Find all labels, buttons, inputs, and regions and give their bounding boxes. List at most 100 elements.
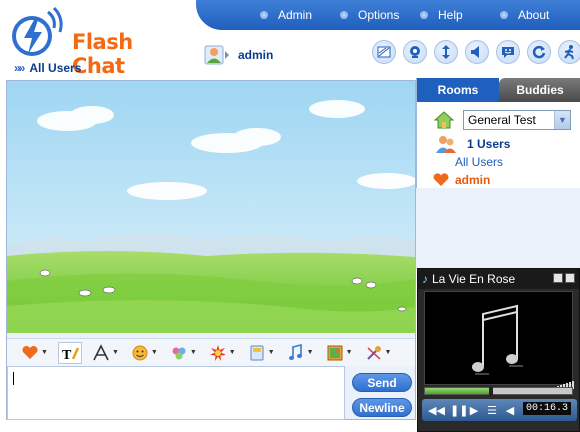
newline-button[interactable]: Newline: [352, 398, 412, 417]
header-toolbar: [372, 40, 580, 64]
restore-icon[interactable]: [565, 273, 575, 283]
progress-handle[interactable]: [489, 387, 494, 395]
effects-dropdown[interactable]: ▼: [207, 342, 238, 364]
app-logo: Flash Chat: [10, 6, 160, 78]
logout-button[interactable]: [558, 40, 580, 64]
menu-options[interactable]: Options: [340, 8, 399, 22]
logo-text: Flash Chat: [72, 30, 133, 78]
room-select-value: General Test: [468, 113, 536, 127]
chevron-down-icon: ▼: [345, 349, 353, 356]
track-progress-bar[interactable]: [424, 387, 573, 395]
bullet-icon: [420, 11, 428, 19]
emoticons-icon: [172, 347, 186, 359]
media-player: ♪ La Vie En Rose ◀◀ ❚❚ ▶ ☰ ◀ 00:16.3: [417, 268, 580, 432]
skin-icon: [377, 46, 391, 58]
refresh-button[interactable]: [527, 40, 551, 64]
menu-about[interactable]: About: [500, 8, 549, 22]
double-chevron-icon: »»: [14, 61, 25, 75]
font-dropdown[interactable]: ▼: [90, 342, 121, 364]
chevron-down-icon[interactable]: ▼: [554, 111, 570, 129]
bullet-icon: [340, 11, 348, 19]
emoticons-dropdown[interactable]: ▼: [168, 342, 199, 364]
tab-buddies[interactable]: Buddies: [499, 78, 580, 102]
player-controls: ◀◀ ❚❚ ▶ ☰ ◀ 00:16.3: [422, 399, 577, 421]
player-title-bar: ♪ La Vie En Rose: [418, 269, 579, 289]
smiley-icon: [132, 345, 148, 360]
playlist-icon[interactable]: ☰: [486, 404, 498, 417]
send-button[interactable]: Send: [352, 373, 412, 392]
effects-icon: [209, 344, 226, 361]
header: Admin Options Help About Flash Chat »» A…: [0, 0, 580, 80]
all-users-breadcrumb[interactable]: »» All Users: [14, 61, 81, 75]
users-icon: [436, 136, 456, 153]
forward-icon[interactable]: ▶: [468, 404, 480, 417]
refresh-icon: [532, 45, 546, 59]
menu-help-label: Help: [438, 8, 463, 22]
music-icon: [288, 343, 302, 360]
tab-rooms[interactable]: Rooms: [417, 78, 499, 102]
users-count-row: 1 Users: [435, 134, 510, 154]
save-dropdown[interactable]: ▼: [246, 342, 277, 364]
logo-icon: [12, 6, 63, 56]
bullet-icon: [500, 11, 508, 19]
player-screen: [424, 291, 573, 385]
font-icon: [93, 343, 109, 360]
image-icon: [327, 345, 343, 360]
heart-icon: [433, 173, 449, 186]
volume-icon[interactable]: ◀: [504, 404, 516, 417]
top-menu: Admin Options Help About: [196, 0, 580, 30]
webcam-button[interactable]: [403, 40, 427, 64]
text-format-icon: T: [62, 346, 79, 362]
menu-options-label: Options: [358, 8, 400, 22]
all-users-link[interactable]: All Users: [455, 155, 503, 169]
panel-tabs: Rooms Buddies: [417, 78, 580, 102]
track-title: La Vie En Rose: [432, 272, 516, 286]
user-name: admin: [455, 173, 491, 187]
image-dropdown[interactable]: ▼: [324, 342, 355, 364]
room-select-row: General Test ▼: [433, 110, 571, 130]
menu-admin-label: Admin: [278, 8, 313, 22]
user-list-item[interactable]: admin: [433, 173, 490, 187]
chevron-down-icon: ▼: [189, 349, 197, 356]
menu-help[interactable]: Help: [420, 8, 463, 22]
text-caret: [13, 372, 14, 385]
menu-admin[interactable]: Admin: [260, 8, 312, 22]
minimize-icon[interactable]: [553, 273, 563, 283]
text-format-button[interactable]: T: [57, 341, 82, 364]
skin-button[interactable]: [372, 40, 396, 64]
logout-icon: [564, 45, 574, 60]
player-window-controls: [553, 273, 575, 283]
resize-button[interactable]: [434, 40, 458, 64]
rewind-icon[interactable]: ◀◀: [428, 404, 445, 417]
chat-background-scene: [7, 81, 415, 333]
chevron-down-icon: ▼: [384, 349, 392, 356]
settings-dropdown[interactable]: ▼: [363, 342, 394, 364]
color-dropdown[interactable]: ▼: [19, 342, 50, 364]
smiley-dropdown[interactable]: ▼: [129, 342, 160, 364]
smiley-status-icon: [502, 47, 514, 58]
progress-fill: [425, 388, 492, 394]
status-button[interactable]: [496, 40, 520, 64]
music-dropdown[interactable]: ▼: [285, 342, 316, 364]
svg-text:T: T: [62, 348, 72, 362]
heart-icon: [22, 345, 38, 359]
chevron-down-icon: ▼: [267, 349, 275, 356]
save-icon: [250, 345, 264, 360]
webcam-icon: [410, 46, 420, 58]
resize-icon: [442, 45, 450, 59]
message-input[interactable]: [7, 366, 345, 420]
current-user-name: admin: [238, 48, 274, 62]
chevron-down-icon: ▼: [228, 349, 236, 356]
pause-icon[interactable]: ❚❚: [450, 404, 468, 417]
users-count: 1 Users: [467, 137, 511, 151]
chevron-down-icon: ▼: [111, 349, 119, 356]
playback-time: 00:16.3: [522, 402, 571, 415]
room-select[interactable]: General Test ▼: [463, 110, 571, 130]
chevron-down-icon: ▼: [150, 349, 158, 356]
chevron-down-icon: ▼: [41, 349, 48, 356]
sound-button[interactable]: [465, 40, 489, 64]
current-user[interactable]: admin: [204, 44, 273, 66]
user-status-icon: [204, 45, 229, 65]
menu-about-label: About: [518, 8, 550, 22]
bullet-icon: [260, 11, 268, 19]
